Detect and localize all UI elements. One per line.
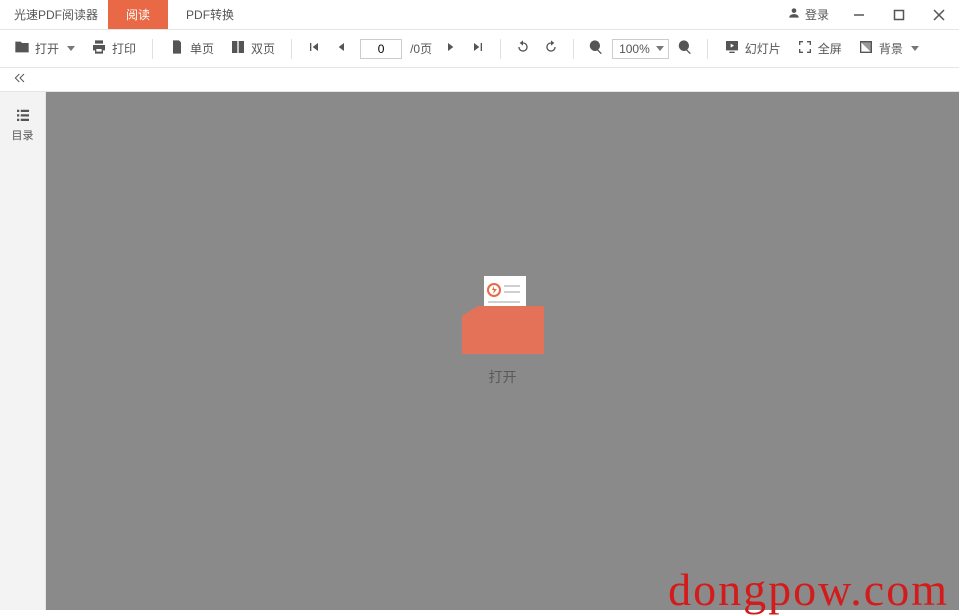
zoom-in-button[interactable]: [673, 35, 697, 62]
watermark-text: dongpow.com: [668, 563, 949, 616]
main-toolbar: 打开 打印 单页 双页 /0页: [0, 30, 959, 68]
collapse-toolbar-button[interactable]: [8, 66, 32, 93]
open-folder-illustration-icon: [460, 276, 546, 357]
slideshow-label: 幻灯片: [745, 40, 781, 57]
page-number-input[interactable]: [360, 39, 402, 59]
background-icon: [858, 39, 874, 58]
login-button[interactable]: 登录: [777, 0, 839, 29]
zoom-level-select[interactable]: 100%: [612, 39, 669, 59]
background-label: 背景: [879, 40, 903, 57]
print-label: 打印: [112, 40, 136, 57]
print-button[interactable]: 打印: [85, 35, 142, 62]
toolbar-separator: [500, 39, 501, 59]
dual-page-icon: [230, 39, 246, 58]
next-page-button[interactable]: [438, 35, 462, 62]
rotate-left-button[interactable]: [511, 35, 535, 62]
login-label: 登录: [805, 6, 829, 23]
printer-icon: [91, 39, 107, 58]
open-label: 打开: [35, 40, 59, 57]
page-total-label: /0页: [408, 40, 434, 57]
title-bar: 光速PDF阅读器 阅读 PDF转换 登录: [0, 0, 959, 30]
single-page-icon: [169, 39, 185, 58]
folder-open-icon: [14, 39, 30, 58]
single-page-label: 单页: [190, 40, 214, 57]
prev-icon: [334, 39, 350, 58]
sidebar: 目录: [0, 92, 46, 610]
dual-page-button[interactable]: 双页: [224, 35, 281, 62]
chevron-down-icon: [67, 46, 75, 51]
background-button[interactable]: 背景: [852, 35, 925, 62]
app-title: 光速PDF阅读器: [14, 6, 98, 23]
fullscreen-label: 全屏: [818, 40, 842, 57]
first-page-button[interactable]: [302, 35, 326, 62]
zoom-value: 100%: [619, 42, 650, 56]
fullscreen-icon: [797, 39, 813, 58]
single-page-button[interactable]: 单页: [163, 35, 220, 62]
title-tabs: 阅读 PDF转换: [108, 0, 252, 29]
double-chevron-left-icon: [12, 70, 28, 89]
toolbar-separator: [707, 39, 708, 59]
tab-pdf-convert[interactable]: PDF转换: [168, 0, 252, 29]
slideshow-button[interactable]: 幻灯片: [718, 35, 787, 62]
next-icon: [442, 39, 458, 58]
window-maximize-button[interactable]: [879, 0, 919, 29]
user-icon: [787, 6, 801, 23]
chevron-down-icon: [911, 46, 919, 51]
toolbar-separator: [152, 39, 153, 59]
dual-page-label: 双页: [251, 40, 275, 57]
list-icon: [14, 106, 32, 127]
last-page-button[interactable]: [466, 35, 490, 62]
skip-last-icon: [470, 39, 486, 58]
rotate-right-button[interactable]: [539, 35, 563, 62]
zoom-in-icon: [677, 39, 693, 58]
slideshow-icon: [724, 39, 740, 58]
zoom-out-icon: [588, 39, 604, 58]
main-area: 目录 打开 dongpow.: [0, 92, 959, 610]
window-minimize-button[interactable]: [839, 0, 879, 29]
fullscreen-button[interactable]: 全屏: [791, 35, 848, 62]
window-close-button[interactable]: [919, 0, 959, 29]
secondary-toolbar: [0, 68, 959, 92]
open-placeholder-label: 打开: [489, 367, 517, 387]
app-logo-area: 光速PDF阅读器: [0, 0, 108, 29]
document-canvas: 打开 dongpow.com: [46, 92, 959, 610]
rotate-left-icon: [515, 39, 531, 58]
rotate-right-icon: [543, 39, 559, 58]
toolbar-separator: [573, 39, 574, 59]
open-button[interactable]: 打开: [8, 35, 81, 62]
skip-first-icon: [306, 39, 322, 58]
sidebar-item-label: 目录: [12, 127, 34, 143]
sidebar-item-toc[interactable]: 目录: [12, 102, 34, 147]
toolbar-separator: [291, 39, 292, 59]
zoom-out-button[interactable]: [584, 35, 608, 62]
tab-read[interactable]: 阅读: [108, 0, 168, 29]
prev-page-button[interactable]: [330, 35, 354, 62]
open-file-placeholder[interactable]: 打开: [460, 276, 546, 387]
